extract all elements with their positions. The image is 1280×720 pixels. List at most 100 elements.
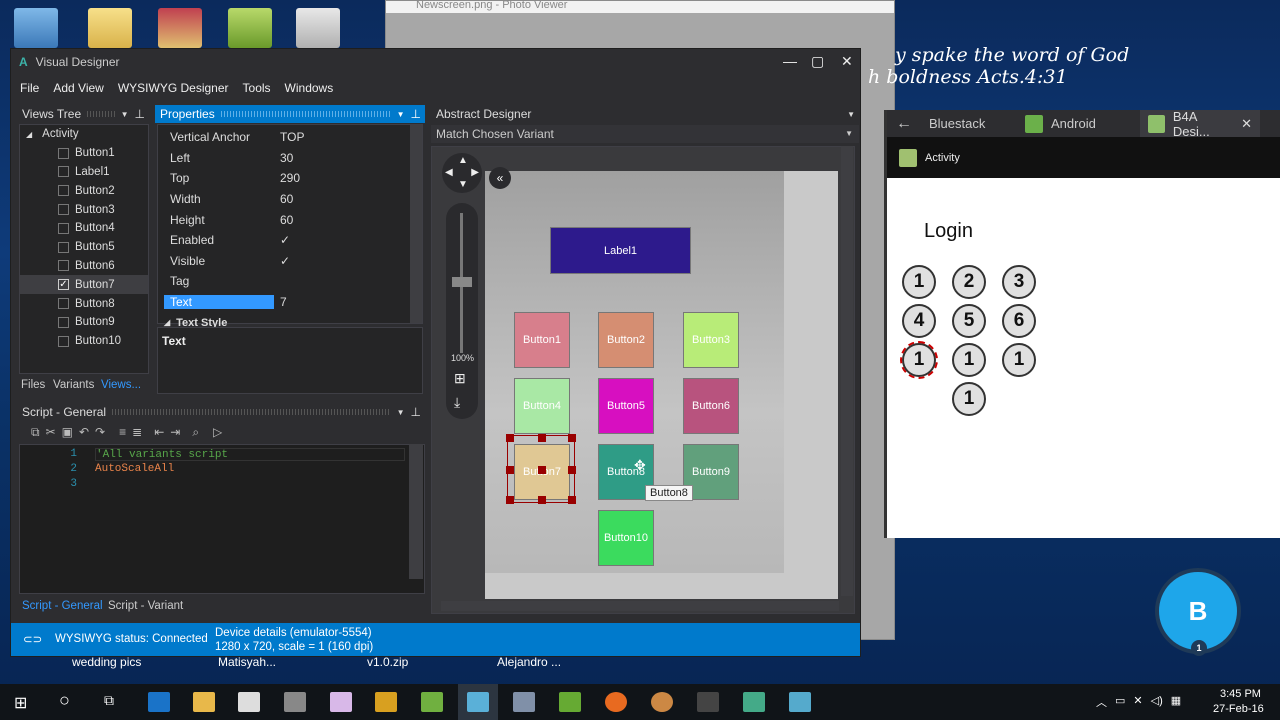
resize-handle[interactable] [538, 434, 546, 442]
tab-bluestack[interactable]: Bluestack [921, 110, 1017, 137]
photo-viewer-icon[interactable] [789, 692, 811, 712]
database-icon[interactable] [284, 692, 306, 712]
resize-handle[interactable] [568, 434, 576, 442]
tree-item[interactable]: Label1 [20, 163, 148, 182]
paste-icon[interactable]: ▣ [62, 425, 73, 440]
checkbox[interactable] [58, 185, 69, 197]
pan-right-icon[interactable]: ▶ [471, 167, 479, 178]
desktop-folder-icon[interactable] [88, 8, 132, 48]
pin-icon[interactable]: ⊥ [135, 107, 145, 121]
emu-button[interactable]: 1 [952, 382, 986, 416]
pin-icon[interactable]: ⊥ [411, 405, 421, 419]
pan-left-icon[interactable]: ◀ [445, 167, 453, 178]
close-icon[interactable]: ✕ [1241, 116, 1252, 132]
collapse-panel-icon[interactable]: « [489, 167, 511, 189]
designer-view-button[interactable]: Button6 [683, 378, 739, 434]
menu-add-view[interactable]: Add View [53, 81, 103, 95]
desktop-label[interactable]: v1.0.zip [367, 655, 408, 669]
editor-icon[interactable] [513, 692, 535, 712]
checkbox[interactable] [58, 298, 69, 310]
app-icon[interactable] [697, 692, 719, 712]
resize-handle[interactable] [506, 434, 514, 442]
minimize-icon[interactable]: — [783, 53, 797, 69]
tree-item[interactable]: ✓ Button7 [20, 275, 148, 295]
tree-item[interactable]: Button10 [20, 332, 148, 351]
tool-icon[interactable] [375, 692, 397, 712]
pan-control[interactable]: ▲ ◀ ▶ ▼ [442, 153, 482, 193]
tree-item[interactable]: Button5 [20, 238, 148, 257]
volume-icon[interactable]: ◁) [1151, 694, 1163, 710]
clock-date[interactable]: 27-Feb-16 [1213, 703, 1264, 715]
designer-view-button[interactable]: Button5 [598, 378, 654, 434]
designer-vscrollbar[interactable] [841, 146, 853, 596]
resize-handle[interactable] [568, 496, 576, 504]
cut-icon[interactable]: ✂ [46, 425, 56, 440]
emu-button[interactable]: 3 [1002, 265, 1036, 299]
tab-script-general[interactable]: Script - General [22, 600, 103, 612]
script-scrollbar[interactable] [409, 444, 423, 579]
property-value[interactable]: TOP [274, 130, 304, 144]
designer-label1[interactable]: Label1 [550, 227, 691, 274]
tree-item[interactable]: Button8 [20, 294, 148, 313]
property-value[interactable]: ✓ [274, 233, 290, 247]
comment-icon[interactable]: ≡ [119, 425, 126, 440]
script-line-2[interactable]: AutoScaleAll [95, 463, 174, 475]
dropdown-icon[interactable]: ▼ [845, 125, 853, 143]
bluestacks-badge[interactable]: B 1 [1155, 568, 1241, 656]
b4a-designer-icon[interactable] [467, 692, 489, 712]
tree-item[interactable]: Button6 [20, 257, 148, 276]
edge-icon[interactable] [148, 692, 170, 712]
network-icon[interactable]: ✕ [1133, 694, 1142, 710]
designer-hscrollbar[interactable] [441, 601, 839, 611]
property-value[interactable]: 30 [274, 151, 293, 165]
resize-handle[interactable] [506, 496, 514, 504]
undo-icon[interactable]: ↶ [79, 425, 89, 440]
property-row[interactable]: Vertical Anchor TOP [164, 127, 422, 148]
designer-view-button[interactable]: Button2 [598, 312, 654, 368]
fit-icon[interactable]: ⊞ [454, 370, 466, 387]
start-icon[interactable]: ⊞ [14, 693, 27, 713]
tree-item[interactable]: Button9 [20, 313, 148, 332]
designer-view-button[interactable]: Button1 [514, 312, 570, 368]
checkbox[interactable] [58, 222, 69, 234]
clock-time[interactable]: 3:45 PM [1220, 688, 1261, 700]
resize-handle[interactable] [538, 466, 546, 474]
property-value[interactable]: 60 [274, 213, 293, 227]
close-icon[interactable]: ✕ [841, 53, 853, 70]
tab-script-variant[interactable]: Script - Variant [108, 600, 183, 612]
tree-item[interactable]: Button2 [20, 181, 148, 200]
emu-button[interactable]: 5 [952, 304, 986, 338]
emu-button[interactable]: 2 [952, 265, 986, 299]
layers-icon[interactable] [559, 692, 581, 712]
checkbox[interactable] [58, 204, 69, 216]
dropdown-icon[interactable]: ▼ [847, 110, 855, 119]
file-explorer-icon[interactable] [193, 692, 215, 712]
tray-chevron-icon[interactable]: ︿ [1096, 694, 1107, 710]
collapse-icon[interactable]: ◢ [164, 318, 170, 327]
desktop-label[interactable]: wedding pics [72, 655, 141, 669]
back-arrow-icon[interactable]: ← [887, 110, 921, 137]
menu-tools[interactable]: Tools [243, 81, 271, 95]
tree-item[interactable]: Button4 [20, 219, 148, 238]
designer-view-button[interactable]: Button4 [514, 378, 570, 434]
property-row[interactable]: Enabled ✓ [164, 230, 422, 251]
emu-button-selected[interactable]: 1 [900, 341, 938, 379]
maximize-icon[interactable]: ▢ [811, 53, 824, 70]
variant-selector[interactable]: Match Chosen Variant ▼ [431, 125, 859, 143]
battery-icon[interactable]: ▭ [1115, 694, 1125, 710]
desktop-label[interactable]: Matisyah... [218, 655, 276, 669]
emu-button[interactable]: 1 [1002, 343, 1036, 377]
search-icon[interactable]: ○ [59, 690, 70, 711]
find-icon[interactable]: ⌕ [192, 425, 199, 440]
checkbox[interactable] [58, 147, 69, 159]
desktop-file-icon[interactable] [228, 8, 272, 48]
designer-view-button[interactable]: Button3 [683, 312, 739, 368]
desktop-folder-icon[interactable] [158, 8, 202, 48]
resize-handle[interactable] [568, 466, 576, 474]
dropdown-icon[interactable]: ▼ [397, 408, 405, 417]
checkbox[interactable] [58, 260, 69, 272]
property-row[interactable]: Visible ✓ [164, 251, 422, 272]
tree-item[interactable]: Button3 [20, 200, 148, 219]
collapse-icon[interactable]: ◢ [26, 130, 32, 139]
emu-button[interactable]: 4 [902, 304, 936, 338]
